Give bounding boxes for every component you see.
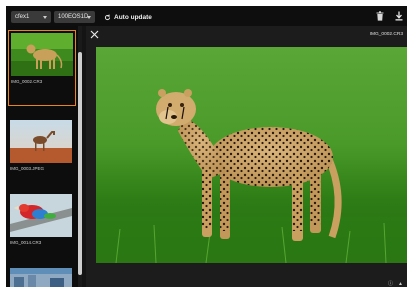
folder-select[interactable]: 100EOS1D [54,11,95,23]
refresh-icon [104,14,111,20]
auto-update-label: Auto update [114,13,152,21]
chevron-down-icon [87,16,91,19]
camera-select-value: cfex1 [15,14,30,20]
chevron-down-icon [43,16,47,19]
thumbnail-image-partial [10,268,72,287]
thumbnail-image-camel [10,120,72,163]
thumbnail-filename: IMG_0003.JPEG [10,166,45,171]
app-window: cfex1 100EOS1D Auto update IMG_0002.CR3 … [6,6,407,287]
thumbnail-image-parrot [10,194,72,237]
toolbar: cfex1 100EOS1D Auto update [6,6,407,26]
viewer-status-icons: ⓘ ▲ [388,282,403,287]
thumbnail-image-cheetah [11,33,73,76]
main-photo-cheetah [96,47,407,263]
info-icon[interactable]: ⓘ [388,282,393,287]
sidebar-scrollbar-thumb[interactable] [78,52,82,275]
download-icon[interactable] [395,11,403,21]
viewer-filename: IMG_0002.CR3 [369,32,403,37]
thumbnail-item[interactable]: IMG_0003.JPEG [8,118,74,182]
thumbnail-item[interactable]: IMG_0002.CR3 [8,30,76,106]
thumbnail-sidebar: IMG_0002.CR3 IMG_0003.JPEG IMG_0014.CR3 [6,26,82,287]
lock-icon[interactable]: ▲ [398,282,403,287]
trash-icon[interactable] [376,11,384,21]
thumbnail-filename: IMG_0002.CR3 [11,79,43,84]
folder-select-value: 100EOS1D [58,14,89,20]
thumbnail-item[interactable]: IMG_0014.CR3 [8,192,74,256]
thumbnail-item[interactable] [8,266,74,287]
close-icon[interactable] [90,30,99,39]
camera-select[interactable]: cfex1 [11,11,51,23]
auto-update-button[interactable]: Auto update [104,11,152,23]
thumbnail-filename: IMG_0014.CR3 [10,240,42,245]
